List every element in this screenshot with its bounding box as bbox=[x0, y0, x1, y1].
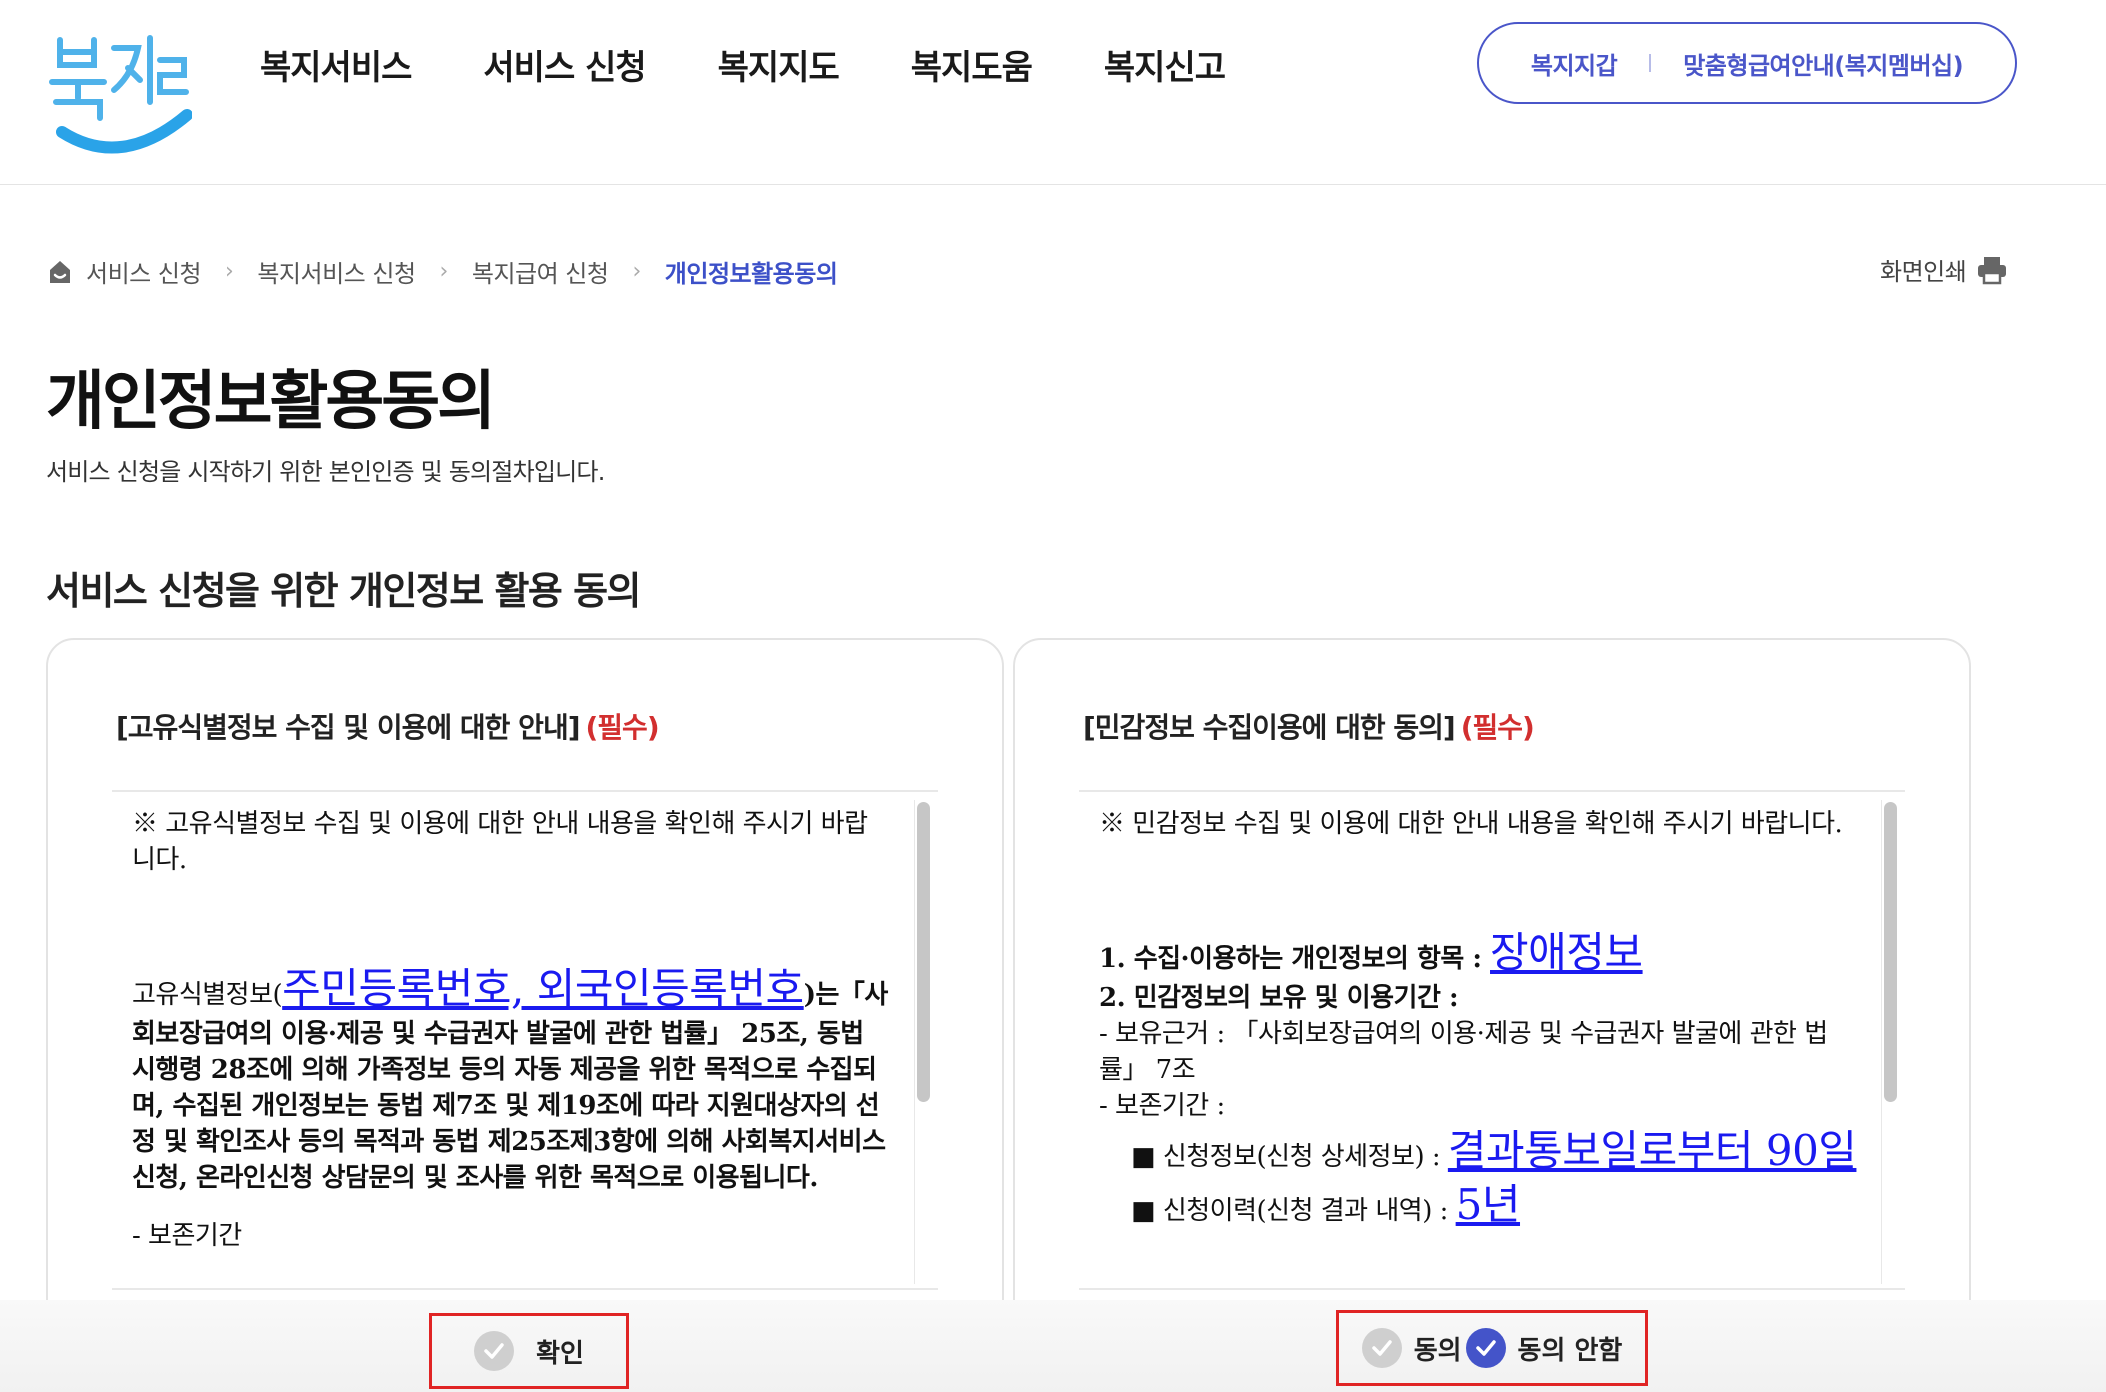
terms-item: - 보유근거 : 「사회보장급여의 이용·제공 및 수급권자 발굴에 관한 법률… bbox=[1099, 1019, 1828, 1085]
scrollbar-thumb[interactable] bbox=[1884, 802, 1897, 1102]
terms-item: ■ 신청이력(신청 결과 내역) : 5년 bbox=[1131, 1180, 1521, 1229]
card-title-text: [고유식별정보 수집 및 이용에 대한 안내] bbox=[116, 711, 580, 744]
required-badge: (필수) bbox=[585, 711, 660, 744]
check-circle-selected-icon bbox=[1465, 1328, 1506, 1368]
terms-scroll-box[interactable]: ※ 민감정보 수집 및 이용에 대한 안내 내용을 확인해 주시기 바랍니다. … bbox=[1079, 790, 1905, 1290]
confirm-label: 확인 bbox=[536, 1338, 584, 1369]
confirm-button[interactable]: 확인 bbox=[429, 1313, 629, 1389]
welfare-wallet-link[interactable]: 복지지갑 bbox=[1531, 46, 1618, 81]
terms-item: 2. 민감정보의 보유 및 이용기간 : bbox=[1099, 983, 1459, 1013]
card-title: [민감정보 수집이용에 대한 동의] (필수) bbox=[1083, 706, 1535, 746]
breadcrumb: 서비스 신청 › 복지서비스 신청 › 복지급여 신청 › 개인정보활용동의 bbox=[46, 254, 838, 289]
disagree-radio[interactable]: 동의 안함 bbox=[1465, 1328, 1623, 1368]
terms-paragraph: 고유식별정보(주민등록번호, 외국인등록번호)는「사회보장급여의 이용·제공 및… bbox=[132, 964, 888, 1193]
util-menu: 복지지갑 맞춤형급여안내(복지멤버십) bbox=[1477, 22, 2017, 104]
nav-service-apply[interactable]: 서비스 신청 bbox=[483, 40, 646, 89]
nav-welfare-service[interactable]: 복지서비스 bbox=[260, 40, 412, 89]
page-description: 서비스 신청을 시작하기 위한 본인인증 및 동의절차입니다. bbox=[46, 458, 605, 486]
scrollbar-thumb[interactable] bbox=[917, 802, 930, 1102]
breadcrumb-item[interactable]: 복지서비스 신청 bbox=[257, 254, 416, 289]
nav-welfare-help[interactable]: 복지도움 bbox=[911, 40, 1033, 89]
terms-item: ■ 신청정보(신청 상세정보) : 결과통보일로부터 90일 bbox=[1131, 1126, 1857, 1175]
unique-id-consent-card: [고유식별정보 수집 및 이용에 대한 안내] (필수) ※ 고유식별정보 수집 … bbox=[46, 638, 1004, 1392]
util-divider bbox=[1649, 54, 1652, 72]
card-title-text: [민감정보 수집이용에 대한 동의] bbox=[1083, 711, 1456, 744]
home-icon[interactable] bbox=[46, 258, 74, 286]
terms-intro: ※ 고유식별정보 수집 및 이용에 대한 안내 내용을 확인해 주시기 바랍니다… bbox=[132, 809, 868, 875]
breadcrumb-item[interactable]: 서비스 신청 bbox=[86, 254, 202, 289]
consent-choice-group: 동의 동의 안함 bbox=[1336, 1310, 1648, 1386]
scrollbar[interactable] bbox=[1881, 800, 1897, 1284]
agree-radio[interactable]: 동의 bbox=[1361, 1328, 1462, 1368]
chevron-right-icon: › bbox=[632, 259, 641, 284]
sensitive-info-consent-card: [민감정보 수집이용에 대한 동의] (필수) ※ 민감정보 수집 및 이용에 대… bbox=[1013, 638, 1971, 1392]
highlight-text: 결과통보일로부터 90일 bbox=[1447, 1126, 1857, 1175]
terms-item: 1. 수집·이용하는 개인정보의 항목 : 장애정보 bbox=[1099, 928, 1643, 977]
required-badge: (필수) bbox=[1460, 711, 1535, 744]
breadcrumb-current: 개인정보활용동의 bbox=[664, 260, 838, 288]
main-nav: 복지서비스 서비스 신청 복지지도 복지도움 복지신고 bbox=[260, 40, 1297, 89]
terms-content: ※ 민감정보 수집 및 이용에 대한 안내 내용을 확인해 주시기 바랍니다. … bbox=[1099, 806, 1857, 1232]
nav-welfare-map[interactable]: 복지지도 bbox=[718, 40, 840, 89]
bokjiro-logo[interactable] bbox=[42, 20, 192, 155]
chevron-right-icon: › bbox=[225, 259, 234, 284]
site-header: 복지서비스 서비스 신청 복지지도 복지도움 복지신고 복지지갑 맞춤형급여안내… bbox=[0, 0, 2106, 185]
chevron-right-icon: › bbox=[439, 259, 449, 284]
terms-item: - 보존기간 : bbox=[1099, 1091, 1225, 1121]
highlight-text: 주민등록번호, 외국인등록번호 bbox=[282, 964, 804, 1013]
highlight-text: 5년 bbox=[1455, 1180, 1521, 1229]
nav-welfare-report[interactable]: 복지신고 bbox=[1104, 40, 1226, 89]
terms-paragraph: - 보존기간 bbox=[132, 1221, 242, 1251]
check-circle-icon bbox=[1361, 1328, 1402, 1368]
terms-content: ※ 고유식별정보 수집 및 이용에 대한 안내 내용을 확인해 주시기 바랍니다… bbox=[132, 806, 890, 1254]
agree-label: 동의 bbox=[1413, 1335, 1462, 1366]
disagree-label: 동의 안함 bbox=[1517, 1335, 1623, 1366]
scrollbar[interactable] bbox=[914, 800, 930, 1284]
highlight-text: 장애정보 bbox=[1490, 928, 1643, 977]
printer-icon bbox=[1978, 256, 2007, 284]
page-title: 개인정보활용동의 bbox=[46, 365, 496, 439]
print-label: 화면인쇄 bbox=[1880, 258, 1967, 286]
section-title: 서비스 신청을 위한 개인정보 활용 동의 bbox=[46, 569, 642, 613]
action-bar bbox=[0, 1300, 2106, 1392]
print-button[interactable]: 화면인쇄 bbox=[1880, 252, 2008, 287]
membership-link[interactable]: 맞춤형급여안내(복지멤버십) bbox=[1683, 46, 1963, 81]
terms-intro: ※ 민감정보 수집 및 이용에 대한 안내 내용을 확인해 주시기 바랍니다. bbox=[1099, 809, 1843, 839]
terms-scroll-box[interactable]: ※ 고유식별정보 수집 및 이용에 대한 안내 내용을 확인해 주시기 바랍니다… bbox=[112, 790, 938, 1290]
check-circle-icon bbox=[474, 1331, 515, 1371]
breadcrumb-item[interactable]: 복지급여 신청 bbox=[472, 254, 609, 289]
card-title: [고유식별정보 수집 및 이용에 대한 안내] (필수) bbox=[116, 706, 660, 746]
